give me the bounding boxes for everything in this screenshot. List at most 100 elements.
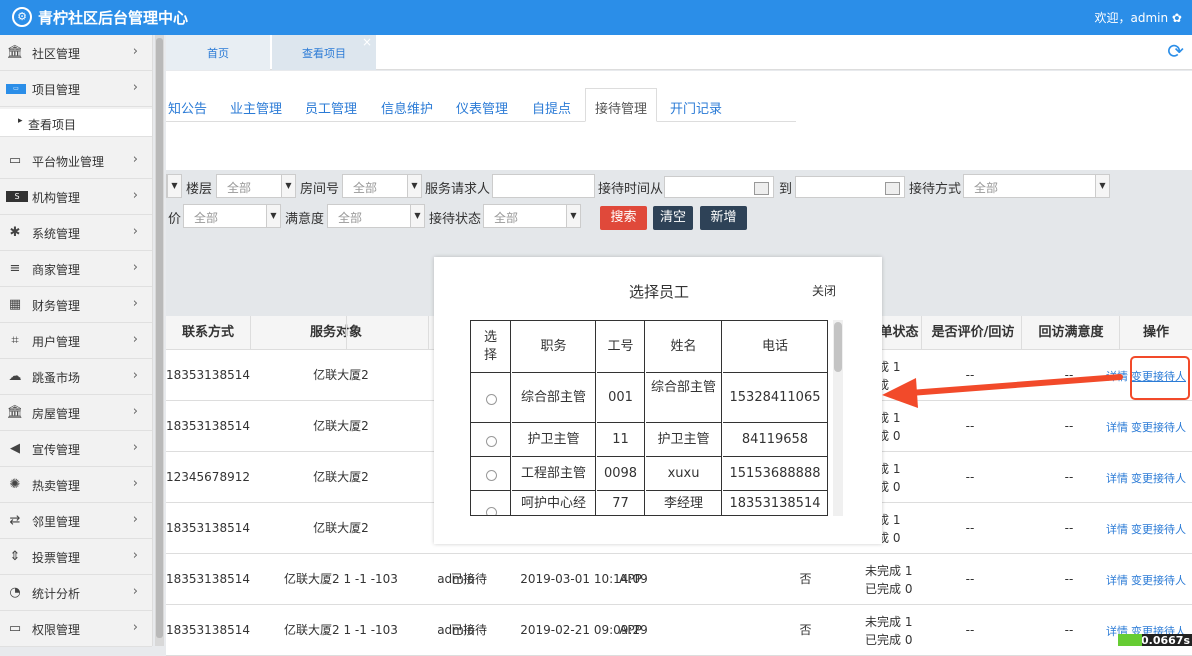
tab-bar: 首页 查看项目 × ⟳ (166, 35, 1192, 70)
sidebar-item-label: 邻里管理 (32, 515, 81, 529)
sidebar-item[interactable]: ◀ 宣传管理 › (0, 431, 152, 467)
stripe-icon: S (6, 191, 28, 202)
clear-button[interactable]: 清空 (653, 206, 693, 230)
sidebar-item[interactable]: 🏛 社区管理 › (0, 35, 152, 71)
modal-cell-id: 11 (612, 432, 629, 447)
chevron-right-icon: › (132, 224, 138, 239)
staff-radio[interactable] (486, 507, 497, 515)
modal-cell-position: 呵护中心经 (520, 496, 586, 511)
chevron-right-icon: › (132, 512, 138, 527)
chevron-down-icon: ▼ (410, 205, 424, 227)
sidebar-item[interactable]: ✺ 热卖管理 › (0, 467, 152, 503)
detail-link[interactable]: 详情 (1106, 419, 1128, 435)
sidebar-scrollbar-thumb[interactable] (156, 38, 163, 638)
time-from-label: 接待时间从 (598, 182, 664, 197)
sidebar-subitem-view-project[interactable]: ▸ 查看项目 (0, 109, 152, 137)
sidebar-item[interactable]: ▦ 财务管理 › (0, 287, 152, 323)
table-header-cell: 服务对象 (309, 325, 362, 340)
chevron-down-icon: ▼ (407, 175, 421, 197)
time-from-input[interactable] (664, 176, 774, 198)
welcome-text[interactable]: 欢迎，admin ✿ (1095, 9, 1182, 26)
satisfaction-select[interactable]: 全部 ▼ (327, 204, 425, 228)
chevron-down-icon: ▼ (167, 175, 181, 197)
staff-radio[interactable] (486, 470, 497, 481)
sidebar-item[interactable]: ☁ 跳蚤市场 › (0, 359, 152, 395)
modal-table-cell: 护卫主管 (512, 423, 596, 457)
subnav-info[interactable]: 信息维护 (381, 98, 433, 117)
time-to-input[interactable] (795, 176, 905, 198)
modal-table-cell: 李经理 (646, 491, 722, 515)
refresh-icon[interactable]: ⟳ (1167, 41, 1184, 61)
chevron-right-icon: › (132, 368, 138, 383)
table-cell-order-pending: 未完成 1 (865, 615, 913, 629)
staff-radio[interactable] (486, 436, 497, 447)
volume-icon: ◀ (10, 441, 20, 456)
subnav-door-log[interactable]: 开门记录 (670, 98, 722, 117)
floor-select[interactable]: 全部 ▼ (216, 174, 296, 198)
prev-select[interactable]: ▼ (166, 174, 182, 198)
modal-table-cell: 工程部主管 (512, 457, 596, 491)
table-cell-channel: APP (619, 572, 642, 586)
chevron-right-icon: › (132, 584, 138, 599)
price-select-value: 全部 (194, 211, 219, 225)
change-receptionist-link[interactable]: 变更接待人 (1131, 470, 1186, 486)
annotation-highlight-box (1130, 356, 1190, 400)
sidebar-item[interactable]: 🏛 房屋管理 › (0, 395, 152, 431)
sidebar-item[interactable]: ▭ 权限管理 › (0, 611, 152, 647)
subnav-reception[interactable]: 接待管理 (595, 98, 647, 117)
sidebar-item[interactable]: ▭ 项目管理 › (0, 71, 152, 107)
sidebar-item-label: 财务管理 (32, 299, 81, 313)
change-receptionist-link[interactable]: 变更接待人 (1131, 419, 1186, 435)
change-receptionist-link[interactable]: 变更接待人 (1131, 572, 1186, 588)
tab-home[interactable]: 首页 (166, 35, 270, 70)
detail-link[interactable]: 详情 (1106, 470, 1128, 486)
subnav-owner[interactable]: 业主管理 (230, 98, 282, 117)
table-cell-eval: -- (965, 470, 975, 484)
table-cell-sat: -- (1064, 572, 1074, 586)
search-button[interactable]: 搜索 (600, 206, 647, 230)
method-select[interactable]: 全部 ▼ (963, 174, 1110, 198)
sidebar-item[interactable]: ⌗ 用户管理 › (0, 323, 152, 359)
sidebar-item[interactable]: ⇄ 邻里管理 › (0, 503, 152, 539)
modal-header-cell: 电话 (723, 321, 827, 373)
sidebar-item[interactable]: ⇕ 投票管理 › (0, 539, 152, 575)
subnav-meter[interactable]: 仪表管理 (456, 98, 508, 117)
status-select[interactable]: 全部 ▼ (483, 204, 581, 228)
table-cell-eval: -- (965, 623, 975, 637)
modal-table-cell: 综合部主管 (512, 373, 596, 423)
chevron-right-icon: › (132, 440, 138, 455)
modal-table-cell: 001 (597, 373, 645, 423)
price-select[interactable]: 全部 ▼ (183, 204, 281, 228)
detail-link[interactable]: 详情 (1106, 572, 1128, 588)
requester-input[interactable] (492, 174, 595, 198)
modal-table-cell: 呵护中心经 (512, 491, 596, 515)
sidebar-item-label: 房屋管理 (32, 407, 81, 421)
tab-view-project[interactable]: 查看项目 × (272, 35, 376, 70)
modal-cell-phone: 15153688888 (729, 466, 821, 481)
room-select[interactable]: 全部 ▼ (342, 174, 422, 198)
subnav-staff[interactable]: 员工管理 (305, 98, 357, 117)
tab-close-icon[interactable]: × (362, 23, 372, 61)
subnav-notice[interactable]: 知公告 (168, 98, 207, 117)
sidebar-item[interactable]: ≡ 商家管理 › (0, 251, 152, 287)
calendar-icon[interactable] (885, 182, 900, 195)
sidebar-item[interactable]: S 机构管理 › (0, 179, 152, 215)
modal-table-cell: 77 (597, 491, 645, 515)
card-icon: ▭ (6, 84, 26, 94)
table-header-cell: 联系方式 (181, 325, 234, 340)
modal-title: 选择员工 (629, 283, 690, 301)
detail-link[interactable]: 详情 (1106, 521, 1128, 537)
add-button[interactable]: 新增 (700, 206, 747, 230)
status-select-value: 全部 (494, 211, 519, 225)
staff-radio[interactable] (486, 394, 497, 405)
chevron-right-icon: › (132, 620, 138, 635)
sidebar-item[interactable]: ▭ 平台物业管理 › (0, 143, 152, 179)
calendar-icon[interactable] (754, 182, 769, 195)
modal-header-cell: 职务 (512, 321, 596, 373)
sidebar-item[interactable]: ✱ 系统管理 › (0, 215, 152, 251)
subnav-pickup[interactable]: 自提点 (532, 98, 571, 117)
change-receptionist-link[interactable]: 变更接待人 (1131, 521, 1186, 537)
sidebar-item[interactable]: ◔ 统计分析 › (0, 575, 152, 611)
modal-scrollbar-thumb[interactable] (834, 322, 842, 372)
modal-close-button[interactable]: 关闭 (812, 282, 836, 299)
